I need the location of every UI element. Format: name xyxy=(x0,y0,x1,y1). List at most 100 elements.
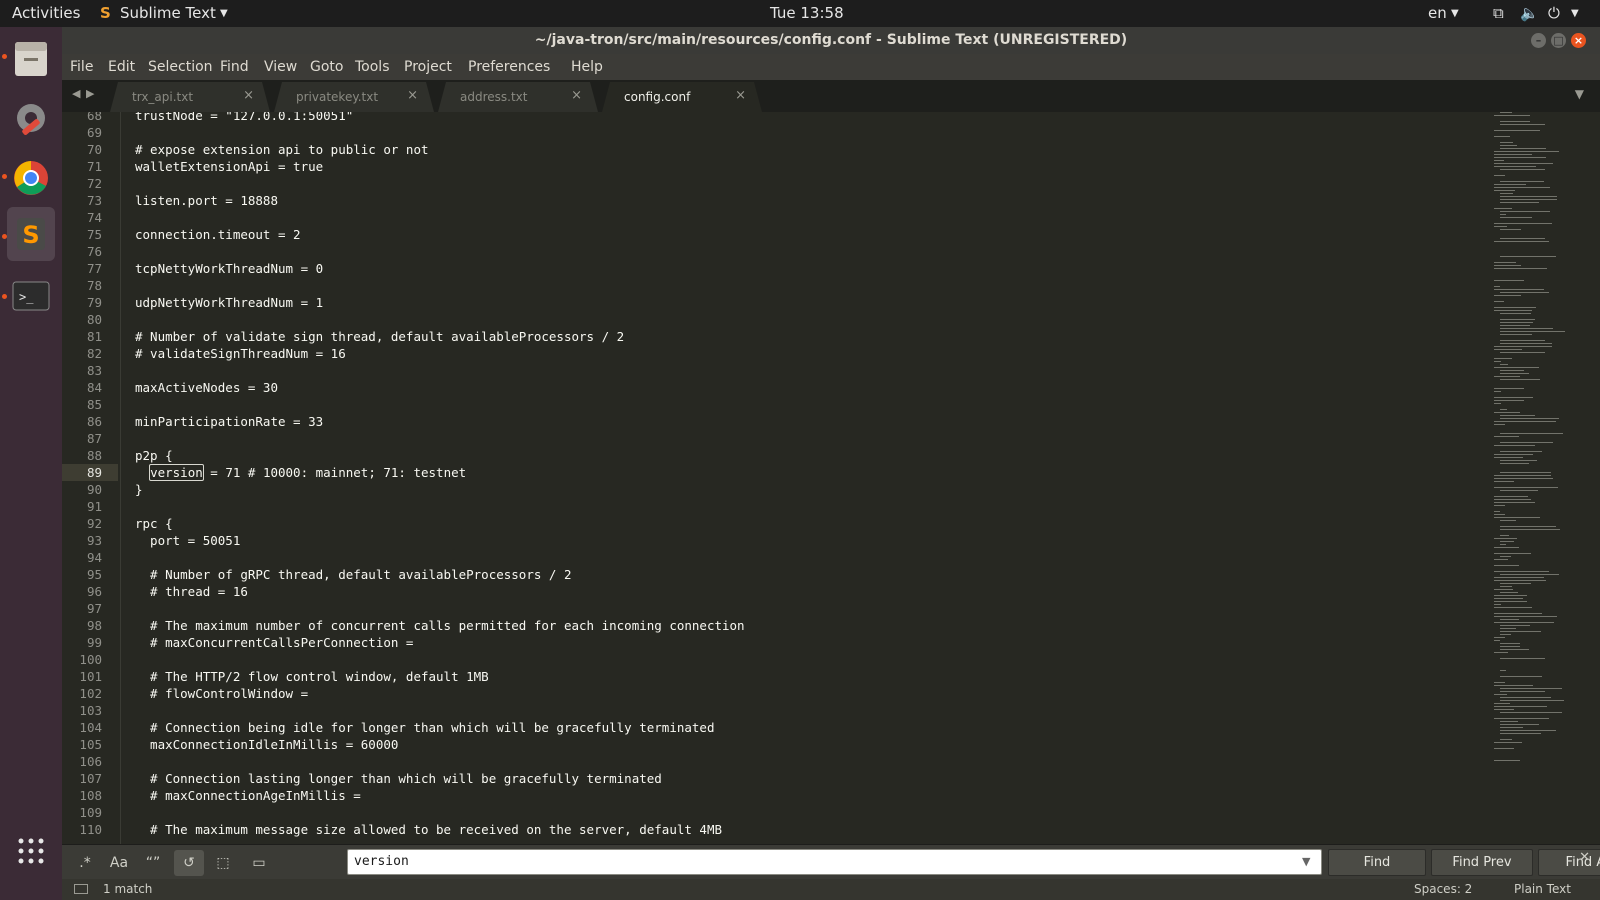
line-number: 110 xyxy=(79,822,102,837)
minimap-line xyxy=(1500,352,1545,353)
chrome-app-icon[interactable] xyxy=(7,154,55,202)
code-line: port = 50051 xyxy=(135,533,241,548)
files-app-icon[interactable] xyxy=(7,34,55,82)
minimap-line xyxy=(1494,601,1527,602)
power-chevron-down-icon[interactable]: ▼ xyxy=(1571,0,1579,27)
case-sensitive-toggle[interactable]: Aa xyxy=(104,850,134,876)
menu-tools[interactable]: Tools xyxy=(353,54,392,80)
tab-scroll-right-icon[interactable]: ▶ xyxy=(86,87,94,100)
minimap-line xyxy=(1494,706,1547,707)
line-number: 82 xyxy=(86,346,102,361)
syntax-status[interactable]: Plain Text xyxy=(1514,879,1571,900)
minimap-line xyxy=(1494,598,1523,599)
close-window-icon[interactable]: × xyxy=(1571,33,1586,48)
tab-close-icon[interactable]: × xyxy=(407,88,418,103)
sublime-text-app-icon[interactable]: S xyxy=(7,207,55,261)
find-all-button[interactable]: Find All xyxy=(1538,849,1600,876)
minimap-line xyxy=(1494,157,1546,158)
find-input[interactable]: version xyxy=(347,849,1322,875)
clock[interactable]: Tue 13:58 xyxy=(770,0,844,27)
minimap-line xyxy=(1494,223,1552,224)
minimap-line xyxy=(1500,724,1539,725)
network-icon[interactable]: ⧉ xyxy=(1493,0,1504,27)
minimap-line xyxy=(1494,637,1505,638)
tab-scroll-left-icon[interactable]: ◀ xyxy=(72,87,80,100)
regex-toggle[interactable]: .* xyxy=(70,850,100,876)
find-prev-button[interactable]: Find Prev xyxy=(1431,849,1533,876)
minimap-line xyxy=(1494,175,1505,176)
minimap-line xyxy=(1494,187,1550,188)
minimize-icon[interactable]: – xyxy=(1531,33,1546,48)
menu-edit[interactable]: Edit xyxy=(106,54,137,80)
editor-area[interactable]: 68 69 70 71 72 73 74 75 76 77 78 79 80 81 82 83 84 85 86 87… xyxy=(62,112,1600,844)
wrap-toggle[interactable]: ↺ xyxy=(174,850,204,876)
close-find-panel-icon[interactable]: ✕ xyxy=(1579,850,1590,865)
panel-switcher-icon[interactable] xyxy=(74,884,88,894)
minimap-line xyxy=(1500,292,1549,293)
tab-label: privatekey.txt xyxy=(296,90,379,104)
app-menu-chevron-down-icon[interactable]: ▼ xyxy=(220,0,228,27)
menu-goto[interactable]: Goto xyxy=(308,54,345,80)
tab-overflow-chevron-down-icon[interactable]: ▼ xyxy=(1575,87,1584,101)
volume-icon[interactable]: 🔈 xyxy=(1520,0,1539,27)
minimap-line xyxy=(1500,631,1541,632)
show-applications-grid-icon[interactable] xyxy=(7,827,55,875)
menu-preferences[interactable]: Preferences xyxy=(466,54,552,80)
minimap-line xyxy=(1500,556,1511,557)
minimap-line xyxy=(1494,487,1558,488)
menu-selection[interactable]: Selection xyxy=(146,54,215,80)
minimap-line xyxy=(1500,730,1556,731)
code-line: # Connection lasting longer than which w… xyxy=(135,771,662,786)
tab-trx-api[interactable]: trx_api.txt × xyxy=(110,82,270,112)
line-number: 106 xyxy=(79,754,102,769)
highlight-matches-toggle[interactable]: ▭ xyxy=(244,850,274,876)
minimap-line xyxy=(1494,241,1549,242)
tab-config-conf[interactable]: config.conf × xyxy=(602,82,762,112)
find-history-chevron-down-icon[interactable]: ▼ xyxy=(1302,855,1310,868)
tab-close-icon[interactable]: × xyxy=(571,88,582,103)
minimap-line xyxy=(1494,130,1540,131)
indentation-status[interactable]: Spaces: 2 xyxy=(1414,879,1472,900)
menu-view[interactable]: View xyxy=(262,54,299,80)
whole-word-toggle[interactable]: “” xyxy=(138,850,168,876)
minimap-line xyxy=(1500,691,1545,692)
find-button[interactable]: Find xyxy=(1328,849,1426,876)
minimap-line xyxy=(1494,358,1512,359)
minimap-line xyxy=(1500,334,1532,335)
language-indicator[interactable]: en xyxy=(1428,0,1447,27)
line-number: 77 xyxy=(86,261,102,276)
tab-close-icon[interactable]: × xyxy=(243,88,254,103)
app-menu-label[interactable]: Sublime Text xyxy=(120,0,216,27)
maximize-icon[interactable]: □ xyxy=(1551,33,1566,48)
activities-button[interactable]: Activities xyxy=(12,0,80,27)
settings-app-icon[interactable] xyxy=(7,94,55,142)
tab-address[interactable]: address.txt × xyxy=(438,82,598,112)
tab-close-icon[interactable]: × xyxy=(735,88,746,103)
sublime-app-icon: S xyxy=(100,4,111,22)
language-chevron-down-icon[interactable]: ▼ xyxy=(1451,0,1459,27)
minimap-line xyxy=(1494,301,1504,302)
minimap-line xyxy=(1494,547,1519,548)
line-number: 73 xyxy=(86,193,102,208)
code-line: tcpNettyWorkThreadNum = 0 xyxy=(135,261,324,276)
menu-file[interactable]: File xyxy=(68,54,95,80)
minimap-line xyxy=(1500,124,1545,125)
minimap[interactable] xyxy=(1492,112,1600,844)
minimap-line xyxy=(1500,142,1513,143)
minimap-line xyxy=(1500,433,1563,434)
menu-help[interactable]: Help xyxy=(569,54,605,80)
code-line: maxConnectionIdleInMillis = 60000 xyxy=(135,737,399,752)
menu-find[interactable]: Find xyxy=(218,54,251,80)
line-number: 72 xyxy=(86,176,102,191)
minimap-line xyxy=(1494,289,1544,290)
in-selection-toggle[interactable]: ⬚ xyxy=(208,850,238,876)
tab-privatekey[interactable]: privatekey.txt × xyxy=(274,82,434,112)
terminal-app-icon[interactable]: >_ xyxy=(7,272,55,320)
minimap-line xyxy=(1494,502,1535,503)
minimap-line xyxy=(1500,676,1542,677)
menu-project[interactable]: Project xyxy=(402,54,454,80)
minimap-line xyxy=(1500,625,1530,626)
minimap-line xyxy=(1494,388,1524,389)
power-icon[interactable]: ⏻ xyxy=(1548,0,1560,27)
minimap-line xyxy=(1494,412,1520,413)
